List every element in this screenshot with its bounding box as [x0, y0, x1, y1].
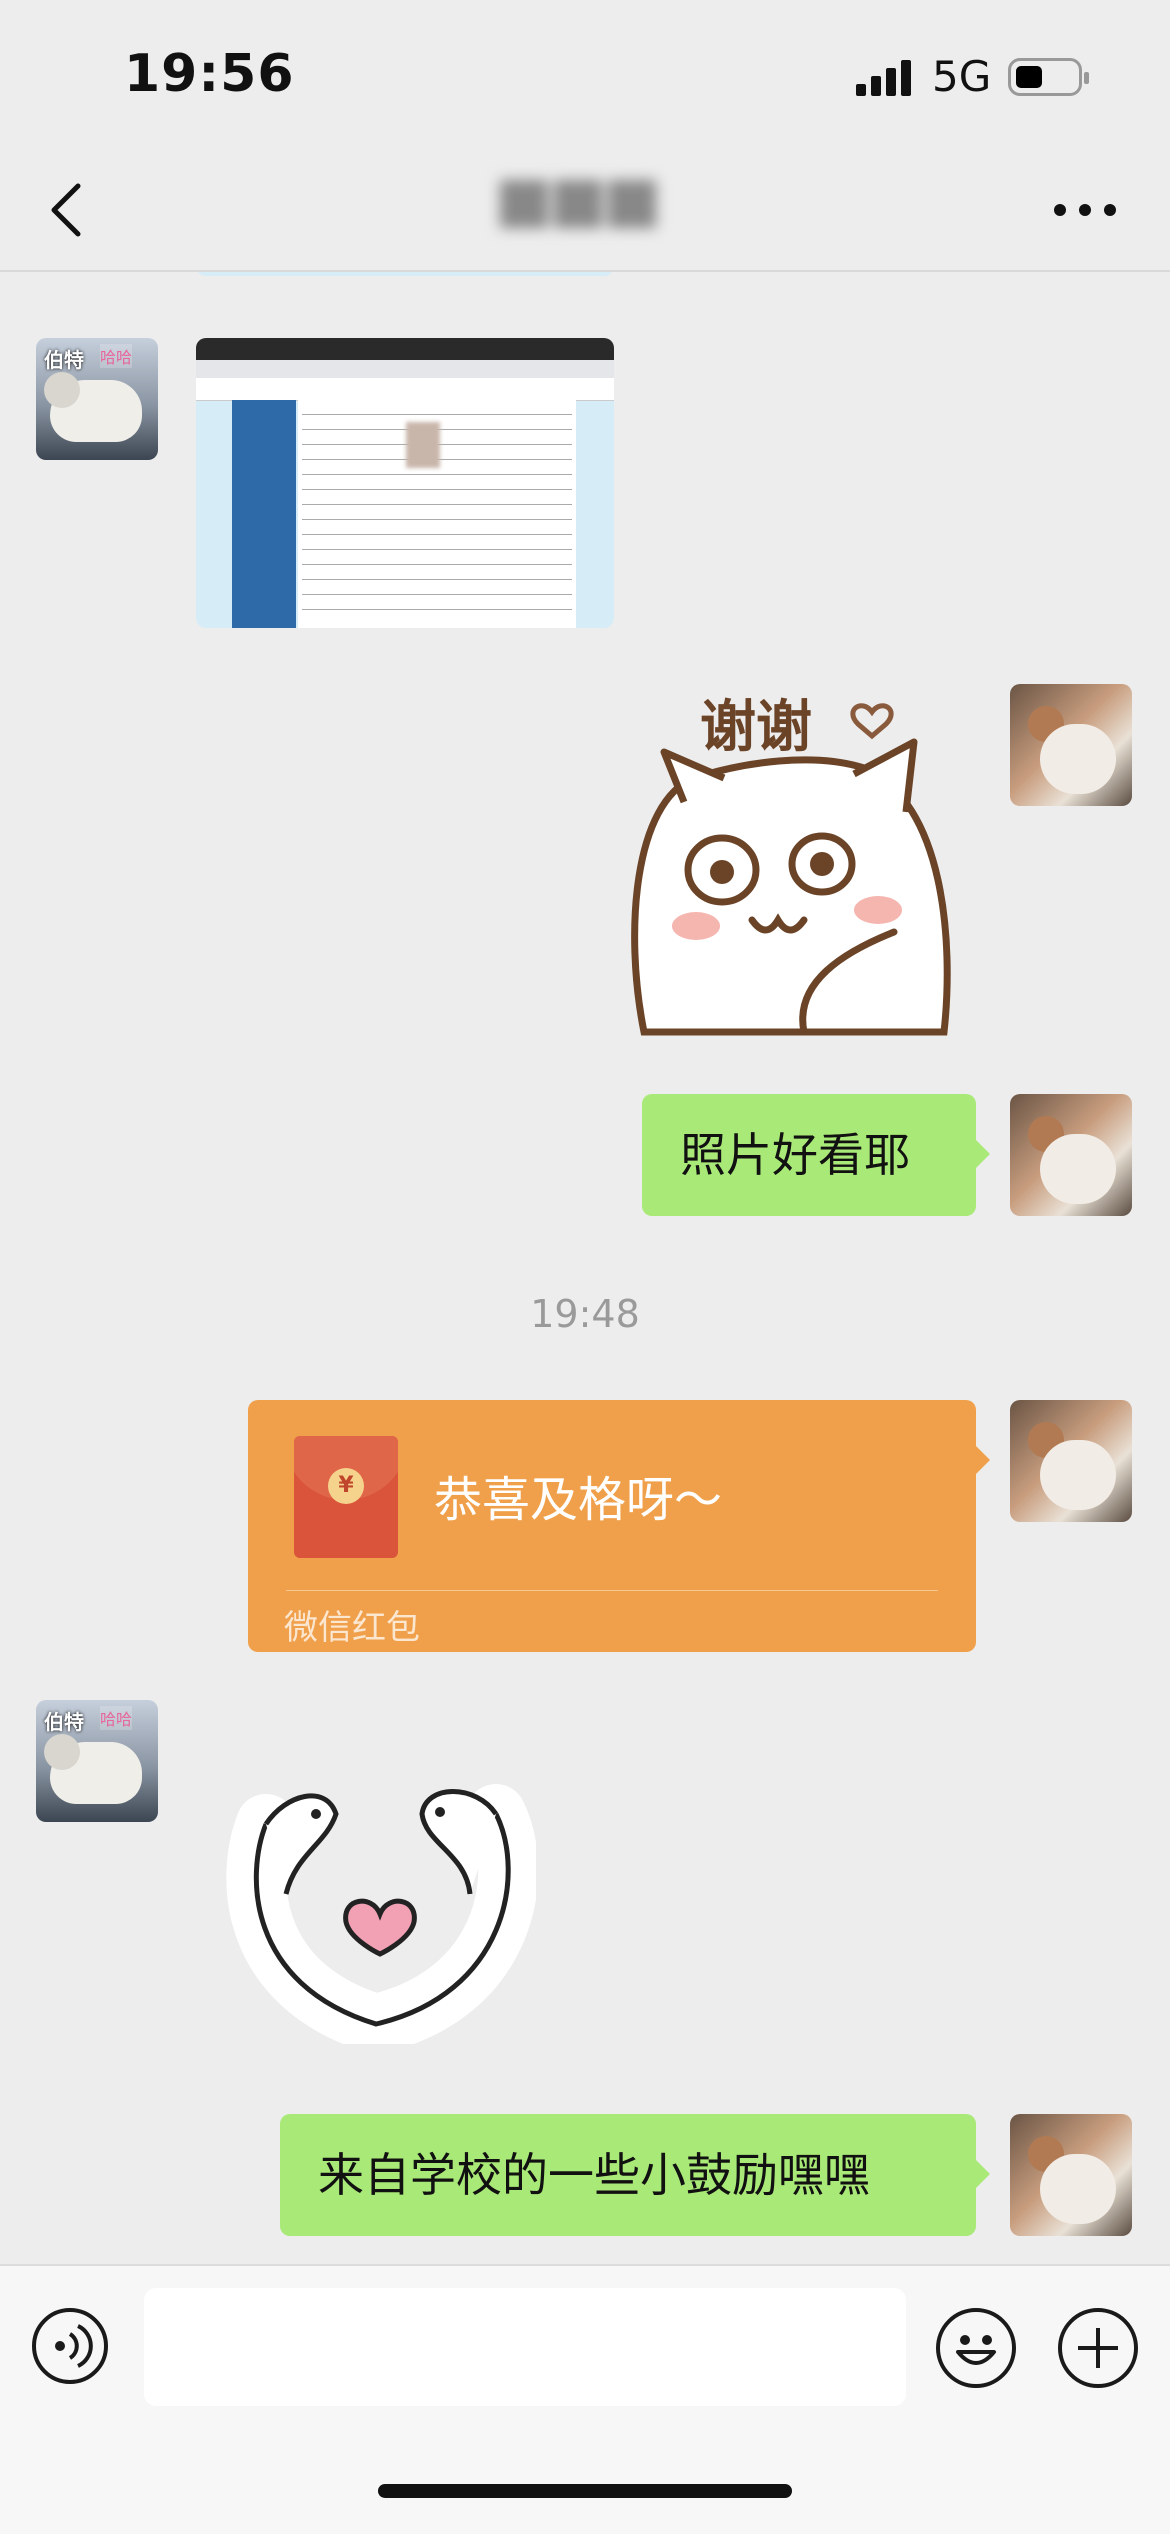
avatar[interactable] — [1010, 1094, 1132, 1216]
chat-title-blurred — [500, 180, 670, 234]
avatar[interactable]: 伯特 哈哈 — [36, 1700, 158, 1822]
red-packet-label: 微信红包 — [284, 1608, 420, 1648]
avatar[interactable] — [1010, 1400, 1132, 1522]
avatar[interactable] — [1010, 684, 1132, 806]
chat-header — [0, 150, 1170, 272]
signal-icon — [856, 60, 911, 96]
voice-icon[interactable] — [32, 2308, 108, 2384]
thank-you-cat-sticker[interactable]: 谢谢 — [624, 682, 974, 1036]
previous-image-partial[interactable] — [196, 272, 614, 276]
image-message[interactable] — [196, 338, 614, 628]
svg-text:谢谢: 谢谢 — [700, 695, 812, 760]
red-packet-message[interactable]: ¥ 恭喜及格呀～ 微信红包 — [248, 1400, 990, 1652]
chevron-left-icon[interactable] — [40, 178, 100, 242]
status-bar: 19:56 5G — [0, 0, 1170, 150]
avatar[interactable]: 伯特 哈哈 — [36, 338, 158, 460]
chat-timestamp: 19:48 — [530, 1292, 640, 1336]
battery-icon — [1008, 58, 1089, 96]
red-envelope-icon: ¥ — [294, 1436, 398, 1558]
plus-icon[interactable] — [1058, 2308, 1138, 2388]
avatar[interactable] — [1010, 2114, 1132, 2236]
red-packet-greeting: 恭喜及格呀～ — [434, 1472, 723, 1528]
network-type: 5G — [932, 52, 992, 101]
message-bubble[interactable]: 来自学校的一些小鼓励嘿嘿 — [280, 2114, 990, 2236]
message-bubble[interactable]: 照片好看耶 — [642, 1094, 990, 1216]
status-time: 19:56 — [124, 44, 295, 104]
emoji-icon[interactable] — [936, 2308, 1016, 2388]
chat-area[interactable]: 伯特 哈哈 谢谢 照片好看耶 19:48 ¥ 恭喜及格呀～ 微信红包 伯特 哈哈… — [0, 272, 1170, 2264]
ellipsis-icon[interactable] — [1050, 190, 1120, 230]
input-bar — [0, 2264, 1170, 2534]
heart-hug-sticker[interactable] — [226, 1754, 536, 2044]
message-input[interactable] — [144, 2288, 906, 2406]
home-indicator[interactable] — [378, 2484, 792, 2498]
